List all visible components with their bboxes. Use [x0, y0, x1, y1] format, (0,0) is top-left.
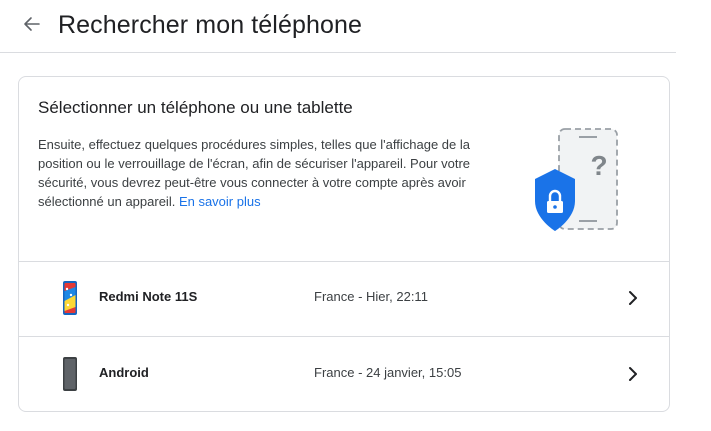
device-name: Redmi Note 11S	[99, 289, 198, 304]
card-header: Sélectionner un téléphone ou une tablett…	[19, 77, 669, 262]
page-header: Rechercher mon téléphone	[0, 0, 676, 53]
card-description: Ensuite, effectuez quelques procédures s…	[38, 135, 478, 211]
phone-security-illustration: ?	[535, 128, 618, 231]
dark-phone-icon	[63, 357, 77, 391]
device-row-redmi-note-11s[interactable]: Redmi Note 11S France - Hier, 22:11	[19, 261, 669, 337]
device-location-time: France - Hier, 22:11	[314, 289, 428, 304]
device-row-android[interactable]: Android France - 24 janvier, 15:05	[19, 337, 669, 411]
svg-text:?: ?	[590, 150, 607, 181]
chevron-right-icon[interactable]	[625, 365, 641, 383]
device-name: Android	[99, 365, 149, 380]
back-arrow-icon[interactable]	[18, 10, 46, 38]
colorful-phone-icon	[63, 281, 77, 315]
device-selection-card: Sélectionner un téléphone ou une tablett…	[18, 76, 670, 412]
learn-more-link[interactable]: En savoir plus	[179, 194, 261, 209]
card-title: Sélectionner un téléphone ou une tablett…	[38, 98, 353, 117]
device-location-time: France - 24 janvier, 15:05	[314, 365, 462, 380]
page-title: Rechercher mon téléphone	[58, 11, 362, 39]
chevron-right-icon[interactable]	[625, 289, 641, 307]
